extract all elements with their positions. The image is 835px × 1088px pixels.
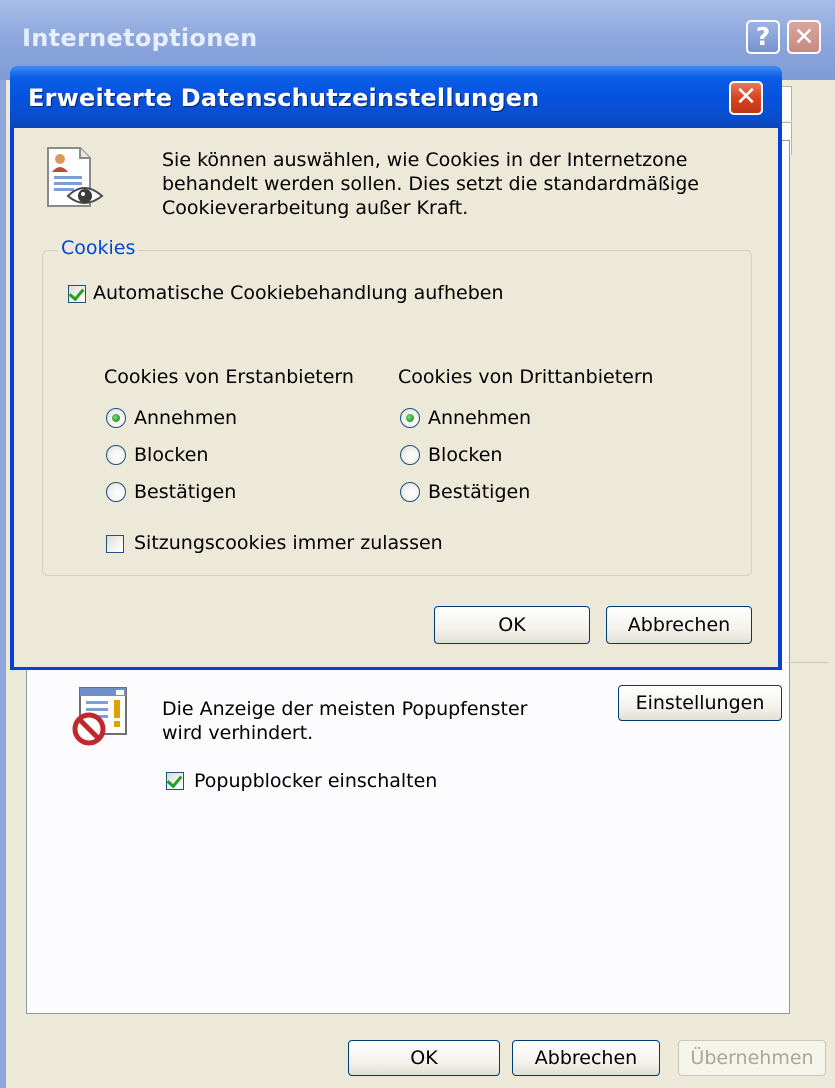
popup-blocker-checkbox[interactable]	[166, 771, 184, 790]
third-party-accept-label[interactable]: Annehmen	[428, 407, 531, 429]
first-party-accept-label[interactable]: Annehmen	[134, 407, 237, 429]
privacy-document-eye-icon	[40, 146, 106, 212]
checkmark-icon	[68, 284, 85, 302]
radio-selected-dot	[112, 414, 120, 422]
outer-cancel-button[interactable]: Abbrechen	[512, 1040, 660, 1076]
description-line: behandelt werden sollen. Dies setzt die …	[162, 173, 699, 195]
third-party-block-label[interactable]: Blocken	[428, 444, 502, 466]
description-line: Sie können auswählen, wie Cookies in der…	[162, 149, 688, 171]
cookies-group-label: Cookies	[58, 237, 139, 259]
session-cookies-label[interactable]: Sitzungscookies immer zulassen	[134, 532, 443, 554]
first-party-accept-radio[interactable]	[106, 408, 126, 428]
first-party-block-label[interactable]: Blocken	[134, 444, 208, 466]
checkmark-icon	[166, 771, 183, 789]
outer-ok-button[interactable]: OK	[348, 1040, 500, 1076]
first-party-cookies-heading: Cookies von Erstanbietern	[104, 366, 354, 388]
third-party-cookies-heading: Cookies von Drittanbietern	[398, 366, 654, 388]
dialog-cancel-button[interactable]: Abbrechen	[606, 606, 752, 644]
popup-blocker-description: Die Anzeige der meisten Popupfenster wir…	[162, 697, 582, 745]
radio-selected-dot	[406, 414, 414, 422]
popup-blocked-icon	[72, 686, 132, 746]
outer-window-title: Internetoptionen	[22, 24, 258, 52]
first-party-prompt-radio[interactable]	[106, 482, 126, 502]
description-line: Cookieverarbeitung außer Kraft.	[162, 197, 469, 219]
dialog-close-button[interactable]: ✕	[729, 81, 763, 115]
outer-apply-button[interactable]: Übernehmen	[678, 1040, 826, 1076]
outer-close-button[interactable]: ✕	[787, 20, 821, 54]
third-party-prompt-radio[interactable]	[400, 482, 420, 502]
dialog-ok-button[interactable]: OK	[434, 606, 590, 644]
third-party-block-radio[interactable]	[400, 445, 420, 465]
third-party-accept-radio[interactable]	[400, 408, 420, 428]
third-party-prompt-label[interactable]: Bestätigen	[428, 481, 530, 503]
popup-blocker-label[interactable]: Popupblocker einschalten	[194, 770, 437, 792]
outer-help-button[interactable]: ?	[746, 20, 780, 54]
popup-text-line: Die Anzeige der meisten Popupfenster	[162, 698, 528, 720]
dialog-title: Erweiterte Datenschutzeinstellungen	[28, 84, 540, 112]
session-cookies-checkbox[interactable]	[106, 535, 124, 553]
popup-text-line: wird verhindert.	[162, 722, 314, 744]
panel-divider	[788, 662, 828, 663]
first-party-prompt-label[interactable]: Bestätigen	[134, 481, 236, 503]
dialog-description: Sie können auswählen, wie Cookies in der…	[162, 148, 742, 220]
popup-settings-button[interactable]: Einstellungen	[618, 685, 782, 721]
first-party-block-radio[interactable]	[106, 445, 126, 465]
override-cookie-handling-checkbox[interactable]	[68, 284, 86, 303]
override-cookie-handling-label[interactable]: Automatische Cookiebehandlung aufheben	[93, 282, 504, 304]
outer-window-border	[0, 80, 6, 1088]
